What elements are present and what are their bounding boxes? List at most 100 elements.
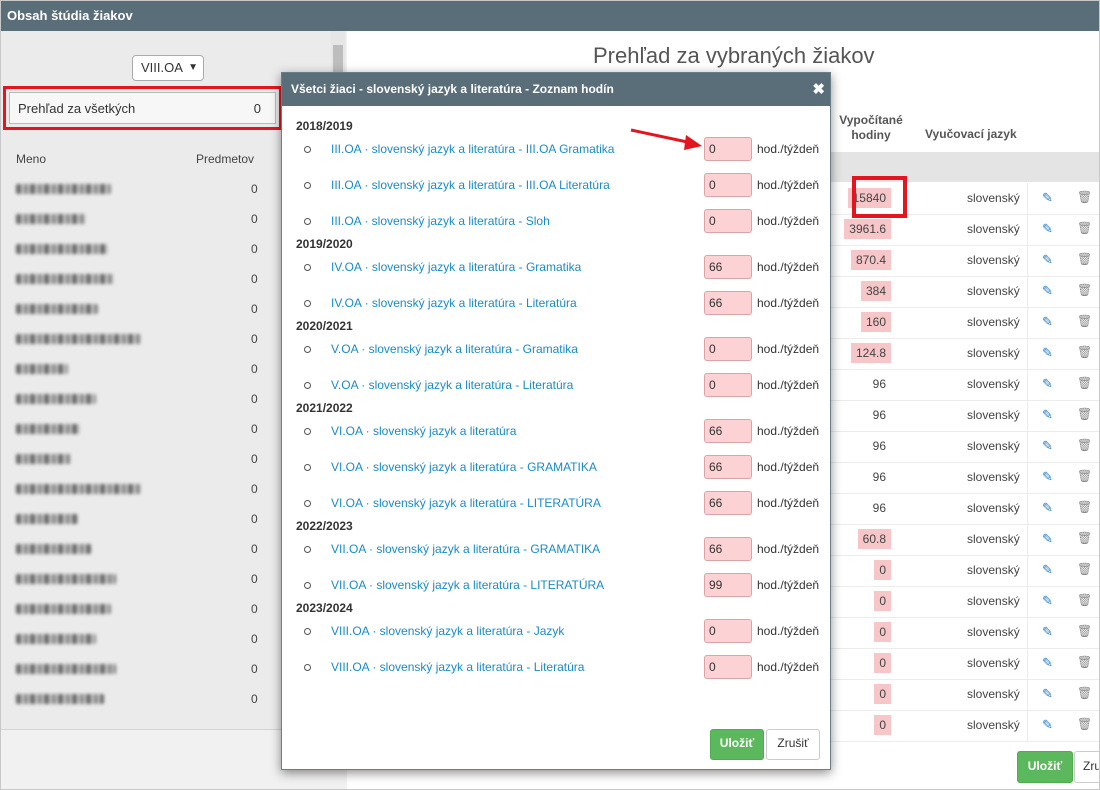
edit-icon[interactable]: ✎ <box>1042 500 1053 516</box>
list-item[interactable]: 0 <box>1 264 281 294</box>
trash-icon[interactable]: 🗑 <box>1077 593 1092 607</box>
list-item[interactable]: 0 <box>1 444 281 474</box>
hours-per-week-input[interactable]: 0 <box>704 373 752 397</box>
edit-icon[interactable]: ✎ <box>1042 221 1053 237</box>
lesson-link[interactable]: III.OA · slovenský jazyk a literatúra - … <box>331 142 614 156</box>
edit-icon[interactable]: ✎ <box>1042 190 1053 206</box>
trash-icon[interactable]: 🗑 <box>1077 190 1092 204</box>
edit-icon[interactable]: ✎ <box>1042 345 1053 361</box>
trash-icon[interactable]: 🗑 <box>1077 562 1092 576</box>
lesson-link[interactable]: IV.OA · slovenský jazyk a literatúra - G… <box>331 260 581 274</box>
list-item[interactable]: 0 <box>1 354 281 384</box>
hours-per-week-input[interactable]: 99 <box>704 573 752 597</box>
hours-per-week-input[interactable]: 66 <box>704 419 752 443</box>
dialog-save-button[interactable]: Uložiť <box>710 729 764 760</box>
list-item[interactable]: 0 <box>1 594 281 624</box>
school-year-heading: 2021/2022 <box>296 401 353 415</box>
list-item[interactable]: 0 <box>1 534 281 564</box>
list-item[interactable]: 0 <box>1 684 281 714</box>
lesson-link[interactable]: VII.OA · slovenský jazyk a literatúra - … <box>331 578 604 592</box>
list-item[interactable]: 0 <box>1 564 281 594</box>
edit-icon[interactable]: ✎ <box>1042 283 1053 299</box>
column-header-language: Vyučovací jazyk <box>925 127 1017 141</box>
edit-icon[interactable]: ✎ <box>1042 314 1053 330</box>
trash-icon[interactable]: 🗑 <box>1077 345 1092 359</box>
close-icon[interactable]: ✖ <box>812 73 825 106</box>
list-item[interactable]: 0 <box>1 204 281 234</box>
hours-per-week-input[interactable]: 0 <box>704 655 752 679</box>
hours-per-week-input[interactable]: 66 <box>704 291 752 315</box>
column-divider <box>1027 338 1028 369</box>
trash-icon[interactable]: 🗑 <box>1077 531 1092 545</box>
edit-icon[interactable]: ✎ <box>1042 531 1053 547</box>
class-select[interactable]: VIII.OA ▼ <box>132 55 204 81</box>
trash-icon[interactable]: 🗑 <box>1077 469 1092 483</box>
edit-icon[interactable]: ✎ <box>1042 407 1053 423</box>
edit-icon[interactable]: ✎ <box>1042 686 1053 702</box>
trash-icon[interactable]: 🗑 <box>1077 314 1092 328</box>
cancel-button[interactable]: Zrušiť <box>1074 751 1099 783</box>
lesson-link[interactable]: III.OA · slovenský jazyk a literatúra - … <box>331 214 550 228</box>
list-item[interactable]: 0 <box>1 414 281 444</box>
trash-icon[interactable]: 🗑 <box>1077 252 1092 266</box>
column-divider <box>1027 679 1028 710</box>
trash-icon[interactable]: 🗑 <box>1077 407 1092 421</box>
trash-icon[interactable]: 🗑 <box>1077 717 1092 731</box>
hours-per-week-input[interactable]: 0 <box>704 209 752 233</box>
edit-icon[interactable]: ✎ <box>1042 655 1053 671</box>
edit-icon[interactable]: ✎ <box>1042 717 1053 733</box>
lesson-link[interactable]: VIII.OA · slovenský jazyk a literatúra -… <box>331 624 564 638</box>
list-item[interactable]: 0 <box>1 474 281 504</box>
list-item[interactable]: 0 <box>1 324 281 354</box>
list-item[interactable]: 0 <box>1 654 281 684</box>
lesson-link[interactable]: VI.OA · slovenský jazyk a literatúra <box>331 424 516 438</box>
hours-per-week-input[interactable]: 66 <box>704 537 752 561</box>
edit-icon[interactable]: ✎ <box>1042 562 1053 578</box>
language-value: slovenský <box>967 625 1020 639</box>
list-item[interactable]: 0 <box>1 234 281 264</box>
list-item[interactable]: 0 <box>1 624 281 654</box>
list-item[interactable]: 0 <box>1 294 281 324</box>
lesson-link[interactable]: VI.OA · slovenský jazyk a literatúra - L… <box>331 496 601 510</box>
hours-per-week-input[interactable]: 0 <box>704 619 752 643</box>
trash-icon[interactable]: 🗑 <box>1077 438 1092 452</box>
hours-per-week-input[interactable]: 66 <box>704 491 752 515</box>
trash-icon[interactable]: 🗑 <box>1077 283 1092 297</box>
edit-icon[interactable]: ✎ <box>1042 252 1053 268</box>
list-item[interactable]: 0 <box>1 174 281 204</box>
trash-icon[interactable]: 🗑 <box>1077 624 1092 638</box>
edit-icon[interactable]: ✎ <box>1042 593 1053 609</box>
dialog-cancel-button[interactable]: Zrušiť <box>766 729 820 760</box>
unit-label: hod./týždeň <box>757 178 820 192</box>
edit-icon[interactable]: ✎ <box>1042 376 1053 392</box>
edit-icon[interactable]: ✎ <box>1042 469 1053 485</box>
lesson-link[interactable]: VI.OA · slovenský jazyk a literatúra - G… <box>331 460 597 474</box>
lesson-link[interactable]: IV.OA · slovenský jazyk a literatúra - L… <box>331 296 577 310</box>
save-button[interactable]: Uložiť <box>1017 751 1073 783</box>
trash-icon[interactable]: 🗑 <box>1077 376 1092 390</box>
lesson-link[interactable]: III.OA · slovenský jazyk a literatúra - … <box>331 178 610 192</box>
all-students-item[interactable]: Prehľad za všetkých 0 <box>9 92 276 124</box>
trash-icon[interactable]: 🗑 <box>1077 686 1092 700</box>
lesson-link[interactable]: V.OA · slovenský jazyk a literatúra - Gr… <box>331 342 578 356</box>
list-item[interactable]: 0 <box>1 504 281 534</box>
hours-per-week-input[interactable]: 0 <box>704 137 752 161</box>
hours-per-week-input[interactable]: 0 <box>704 173 752 197</box>
edit-icon[interactable]: ✎ <box>1042 624 1053 640</box>
computed-hours: 0 <box>874 715 891 735</box>
hours-per-week-input[interactable]: 0 <box>704 337 752 361</box>
unit-label: hod./týždeň <box>757 142 820 156</box>
language-value: slovenský <box>967 284 1020 298</box>
trash-icon[interactable]: 🗑 <box>1077 221 1092 235</box>
hours-per-week-input[interactable]: 66 <box>704 455 752 479</box>
lesson-link[interactable]: VII.OA · slovenský jazyk a literatúra - … <box>331 542 600 556</box>
list-item[interactable]: 0 <box>1 384 281 414</box>
lesson-link[interactable]: VIII.OA · slovenský jazyk a literatúra -… <box>331 660 584 674</box>
hours-per-week-input[interactable]: 66 <box>704 255 752 279</box>
trash-icon[interactable]: 🗑 <box>1077 655 1092 669</box>
student-name-blurred <box>16 514 78 524</box>
edit-icon[interactable]: ✎ <box>1042 438 1053 454</box>
trash-icon[interactable]: 🗑 <box>1077 500 1092 514</box>
student-name-blurred <box>16 694 104 704</box>
lesson-link[interactable]: V.OA · slovenský jazyk a literatúra - Li… <box>331 378 573 392</box>
